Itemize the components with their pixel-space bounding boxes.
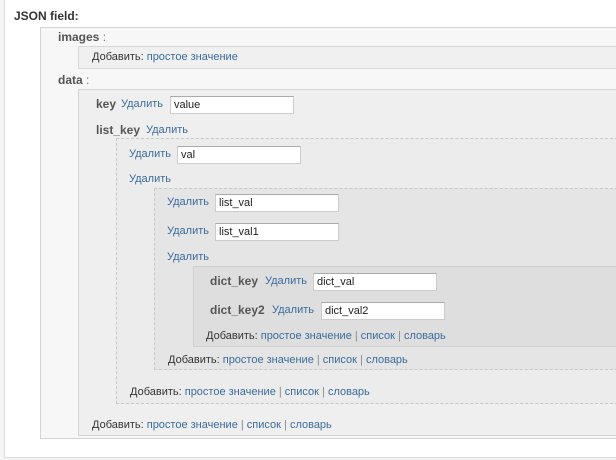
nested-item2-value-input[interactable]: [215, 223, 339, 241]
dict-key-value-input[interactable]: [313, 273, 437, 291]
json-field-label: JSON field:: [14, 9, 79, 23]
dict-key2-remove-link[interactable]: Удалить: [272, 304, 314, 316]
nested-list-add-list-link[interactable]: список: [323, 354, 357, 366]
dict-add-list-link[interactable]: список: [361, 330, 395, 342]
data-add-row: Добавить: простое значение | список | сл…: [92, 419, 332, 431]
nested-item1-remove-link[interactable]: Удалить: [167, 196, 209, 208]
nested-list-add-row: Добавить: простое значение | список | сл…: [168, 354, 408, 366]
nested-item1-value-input[interactable]: [215, 194, 339, 212]
images-add-row: Добавить: простое значение: [92, 51, 238, 63]
nested-list-add-simple-link[interactable]: простое значение: [223, 354, 314, 366]
list-item1-remove-link[interactable]: Удалить: [129, 148, 171, 160]
data-add-simple-link[interactable]: простое значение: [147, 419, 238, 431]
key-item-remove-link[interactable]: Удалить: [121, 98, 163, 110]
list-key-add-simple-link[interactable]: простое значение: [185, 386, 276, 398]
nested-item2-remove-link[interactable]: Удалить: [167, 225, 209, 237]
list-key-key: list_key: [96, 123, 141, 137]
list-item1-value-input[interactable]: [177, 146, 301, 164]
key-item-value-input[interactable]: [170, 96, 294, 114]
nested-dict-remove-link[interactable]: Удалить: [167, 251, 209, 263]
list-key-remove-link[interactable]: Удалить: [146, 124, 188, 136]
nested-list-add-dict-link[interactable]: словарь: [366, 354, 408, 366]
dict-key2-value-input[interactable]: [321, 302, 445, 320]
dict-key-key: dict_key: [210, 274, 259, 288]
nested-list-remove-link[interactable]: Удалить: [129, 173, 171, 185]
dict-key-remove-link[interactable]: Удалить: [265, 275, 307, 287]
list-key-add-list-link[interactable]: список: [285, 386, 319, 398]
images-key: images :: [58, 30, 107, 44]
data-add-dict-link[interactable]: словарь: [290, 419, 332, 431]
list-key-add-dict-link[interactable]: словарь: [328, 386, 370, 398]
dict-add-row: Добавить: простое значение | список | сл…: [206, 330, 446, 342]
data-key: data :: [58, 73, 90, 87]
key-item-key: key: [96, 97, 117, 111]
data-add-list-link[interactable]: список: [247, 419, 281, 431]
list-key-add-row: Добавить: простое значение | список | сл…: [130, 386, 370, 398]
dict-key2-key: dict_key2: [210, 303, 265, 317]
images-add-simple-link[interactable]: простое значение: [147, 51, 238, 63]
dict-add-dict-link[interactable]: словарь: [404, 330, 446, 342]
dict-add-simple-link[interactable]: простое значение: [261, 330, 352, 342]
